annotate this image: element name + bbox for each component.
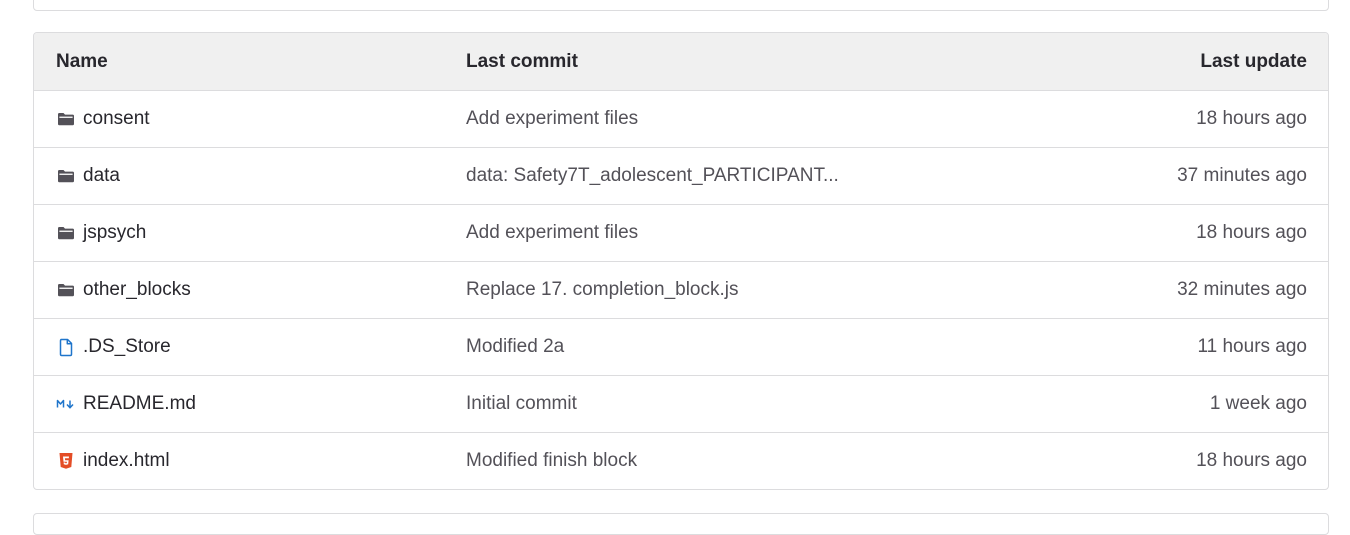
file-name-cell[interactable]: index.html <box>34 450 466 472</box>
file-name-cell[interactable]: data <box>34 165 466 187</box>
file-icon <box>56 337 76 357</box>
table-row[interactable]: other_blocks Replace 17. completion_bloc… <box>34 261 1328 318</box>
commit-message[interactable]: Initial commit <box>466 393 1028 415</box>
header-last-update: Last update <box>1200 50 1307 72</box>
file-name-link[interactable]: index.html <box>83 450 170 472</box>
header-name: Name <box>56 50 108 72</box>
last-update: 18 hours ago <box>1196 222 1307 243</box>
top-panel <box>33 0 1329 11</box>
bottom-panel <box>33 513 1329 535</box>
folder-icon <box>56 280 76 300</box>
file-name-cell[interactable]: .DS_Store <box>34 336 466 358</box>
table-row[interactable]: jspsych Add experiment files 18 hours ag… <box>34 204 1328 261</box>
table-row[interactable]: index.html Modified finish block 18 hour… <box>34 432 1328 489</box>
folder-icon <box>56 109 76 129</box>
file-tree-table: Name Last commit Last update consent Add… <box>33 32 1329 490</box>
commit-message[interactable]: Modified 2a <box>466 336 1028 358</box>
file-name-link[interactable]: README.md <box>83 393 196 415</box>
file-name-cell[interactable]: consent <box>34 108 466 130</box>
markdown-icon <box>56 394 76 414</box>
last-update: 18 hours ago <box>1196 108 1307 129</box>
file-name-link[interactable]: data <box>83 165 120 187</box>
file-name-link[interactable]: .DS_Store <box>83 336 171 358</box>
commit-message[interactable]: Add experiment files <box>466 222 1028 244</box>
table-header-row: Name Last commit Last update <box>34 33 1328 90</box>
last-update: 37 minutes ago <box>1177 165 1307 186</box>
table-row[interactable]: .DS_Store Modified 2a 11 hours ago <box>34 318 1328 375</box>
header-last-commit: Last commit <box>466 50 578 72</box>
table-row[interactable]: consent Add experiment files 18 hours ag… <box>34 90 1328 147</box>
html5-icon <box>56 451 76 471</box>
last-update: 18 hours ago <box>1196 450 1307 471</box>
last-update: 1 week ago <box>1209 393 1307 414</box>
commit-message[interactable]: Modified finish block <box>466 450 1028 472</box>
file-name-link[interactable]: consent <box>83 108 150 130</box>
table-row[interactable]: README.md Initial commit 1 week ago <box>34 375 1328 432</box>
table-row[interactable]: data data: Safety7T_adolescent_PARTICIPA… <box>34 147 1328 204</box>
file-name-cell[interactable]: README.md <box>34 393 466 415</box>
last-update: 32 minutes ago <box>1177 279 1307 300</box>
folder-icon <box>56 223 76 243</box>
commit-message[interactable]: data: Safety7T_adolescent_PARTICIPANT... <box>466 165 1028 187</box>
last-update: 11 hours ago <box>1197 336 1307 357</box>
commit-message[interactable]: Replace 17. completion_block.js <box>466 279 1028 301</box>
file-name-cell[interactable]: jspsych <box>34 222 466 244</box>
file-name-link[interactable]: jspsych <box>83 222 146 244</box>
folder-icon <box>56 166 76 186</box>
commit-message[interactable]: Add experiment files <box>466 108 1028 130</box>
file-name-link[interactable]: other_blocks <box>83 279 191 301</box>
file-name-cell[interactable]: other_blocks <box>34 279 466 301</box>
